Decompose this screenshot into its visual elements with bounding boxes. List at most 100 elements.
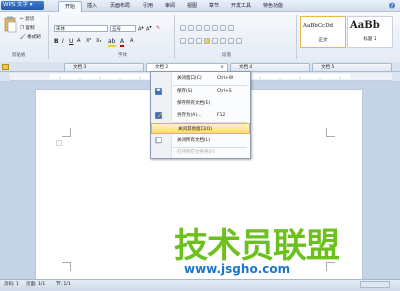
sort-icon[interactable]: [220, 25, 226, 31]
paragraph-mark-icon: [56, 140, 62, 146]
format-painter-button[interactable]: 🖌 格式刷: [20, 34, 41, 40]
borders-icon[interactable]: [236, 38, 242, 44]
close-all-icon: [155, 137, 162, 144]
highlight-color-icon[interactable]: ab: [108, 38, 116, 47]
status-section: 节: 1/1: [56, 282, 71, 287]
distribute-icon[interactable]: [212, 38, 218, 44]
help-icon[interactable]: ?: [388, 2, 396, 10]
shrink-font-icon[interactable]: A▼: [146, 25, 152, 33]
subscript-icon[interactable]: X₂: [96, 38, 101, 44]
status-pages: 页面: 1/1: [26, 282, 46, 287]
clipboard-group-label: 剪贴板: [12, 53, 26, 58]
menu-item-label: 关闭其他窗口(O): [178, 127, 213, 132]
font-size-value: 五号: [112, 27, 121, 32]
status-page: 页码: 1: [4, 282, 19, 287]
menu-item-close-all[interactable]: 关闭所有文档(L): [151, 135, 250, 146]
ribbon-divider: [174, 15, 175, 59]
font-size-select[interactable]: 五号: [110, 25, 136, 32]
tab-developer[interactable]: 开发工具: [226, 1, 256, 11]
doc-tab-label: 文档 3: [73, 65, 87, 70]
menu-item-label: 打开所在文件夹(F): [177, 150, 215, 155]
cut-button[interactable]: ✂ 剪切: [20, 16, 34, 22]
menu-item-label: 关闭所有文档(L): [177, 138, 211, 143]
italic-icon[interactable]: I: [62, 38, 64, 45]
tab-chapter[interactable]: 章节: [204, 1, 224, 11]
style-heading-1[interactable]: AaBb 标题 1: [347, 16, 393, 48]
tab-review[interactable]: 审阅: [160, 1, 180, 11]
folder-icon[interactable]: [2, 64, 9, 70]
tab-features[interactable]: 特色功能: [258, 1, 288, 11]
tab-references[interactable]: 引用: [138, 1, 158, 11]
style-h1-label: 标题 1: [363, 37, 377, 42]
menu-shortcut: Ctrl+S: [217, 89, 232, 94]
corner-mark: [62, 128, 71, 137]
save-icon: [155, 88, 162, 95]
menu-item-save-all[interactable]: 保存所有文档(E): [151, 98, 250, 109]
menu-item-label: 保存所有文档(E): [177, 101, 211, 106]
increase-indent-icon[interactable]: [204, 25, 210, 31]
corner-mark: [62, 262, 71, 271]
decrease-indent-icon[interactable]: [196, 25, 202, 31]
doc-tab-label: 文档 4: [239, 65, 253, 70]
zoom-slider[interactable]: [360, 281, 390, 288]
font-color-icon[interactable]: A: [120, 38, 125, 47]
numbering-icon[interactable]: [188, 25, 194, 31]
font-name-value: 宋体: [56, 27, 65, 32]
menu-item-label: 另存为(A)...: [177, 113, 202, 118]
menu-item-open-folder[interactable]: 打开所在文件夹(F): [151, 147, 250, 158]
grow-font-icon[interactable]: A▲: [138, 25, 144, 33]
ribbon-divider: [48, 15, 49, 59]
tab-context-menu: 关闭窗口(C) Ctrl+W 保存(S) Ctrl+S 保存所有文档(E) 另存为(…: [150, 71, 251, 159]
ribbon-divider: [296, 15, 297, 59]
menu-item-close-others[interactable]: 关闭其他窗口(O): [151, 123, 250, 134]
app-title: WPS 文字: [3, 2, 28, 8]
menu-item-save[interactable]: 保存(S) Ctrl+S: [151, 86, 250, 97]
tab-view[interactable]: 视图: [182, 1, 202, 11]
font-name-select[interactable]: 宋体: [54, 25, 108, 32]
doc-tab-3[interactable]: 文档 4: [230, 63, 310, 71]
char-shading-icon[interactable]: A: [130, 38, 133, 44]
app-menu-button[interactable]: WPS 文字 ▾: [1, 1, 44, 10]
status-bar: 页码: 1 页面: 1/1 节: 1/1: [0, 279, 400, 291]
line-spacing-icon[interactable]: [220, 38, 226, 44]
align-left-icon[interactable]: [180, 38, 186, 44]
doc-tab-4[interactable]: 文档 5: [312, 63, 392, 71]
menu-shortcut: Ctrl+W: [217, 76, 234, 81]
menu-item-close-window[interactable]: 关闭窗口(C) Ctrl+W: [151, 73, 250, 84]
menu-item-label: 关闭窗口(C): [177, 76, 202, 81]
menu-item-save-as[interactable]: 另存为(A)... F12: [151, 110, 250, 121]
menu-item-label: 保存(S): [177, 89, 193, 94]
menu-shortcut: F12: [217, 113, 226, 118]
tab-home[interactable]: 开始: [58, 1, 82, 12]
shading-icon[interactable]: [228, 38, 234, 44]
watermark-title: 技术员联盟: [174, 226, 340, 266]
copy-button[interactable]: ❐ 复制: [20, 25, 34, 31]
justify-icon[interactable]: [204, 38, 210, 44]
format-painter-label: 格式刷: [27, 35, 41, 40]
doc-tab-label: 文档 2: [155, 65, 169, 70]
paragraph-group-label: 段落: [222, 53, 231, 58]
underline-icon[interactable]: U: [69, 38, 73, 45]
bullets-icon[interactable]: [180, 25, 186, 31]
tab-page-layout[interactable]: 页面布局: [104, 1, 136, 11]
clear-format-icon[interactable]: ✎: [156, 25, 160, 31]
corner-mark: [326, 128, 335, 137]
svg-text:?: ?: [391, 4, 394, 10]
copy-label: 复制: [25, 26, 35, 31]
strikethrough-icon[interactable]: A̶: [77, 38, 80, 44]
style-normal[interactable]: AaBbCcDd 正文: [300, 16, 346, 48]
doc-tab-2[interactable]: 文档 2 ×: [146, 63, 228, 71]
tab-insert[interactable]: 插入: [82, 1, 102, 11]
superscript-icon[interactable]: X²: [86, 38, 91, 44]
paste-icon[interactable]: [3, 16, 17, 34]
show-marks-icon[interactable]: [228, 25, 234, 31]
align-right-icon[interactable]: [196, 38, 202, 44]
bold-icon[interactable]: B: [54, 38, 59, 45]
chinese-layout-icon[interactable]: [212, 25, 218, 31]
align-center-icon[interactable]: [188, 38, 194, 44]
style-normal-label: 正文: [318, 38, 328, 43]
watermark-url: www.jsgho.com: [184, 262, 291, 276]
font-group-label: 字体: [118, 53, 127, 58]
style-h1-preview: AaBb: [350, 20, 380, 31]
doc-tab-1[interactable]: 文档 3: [64, 63, 144, 71]
